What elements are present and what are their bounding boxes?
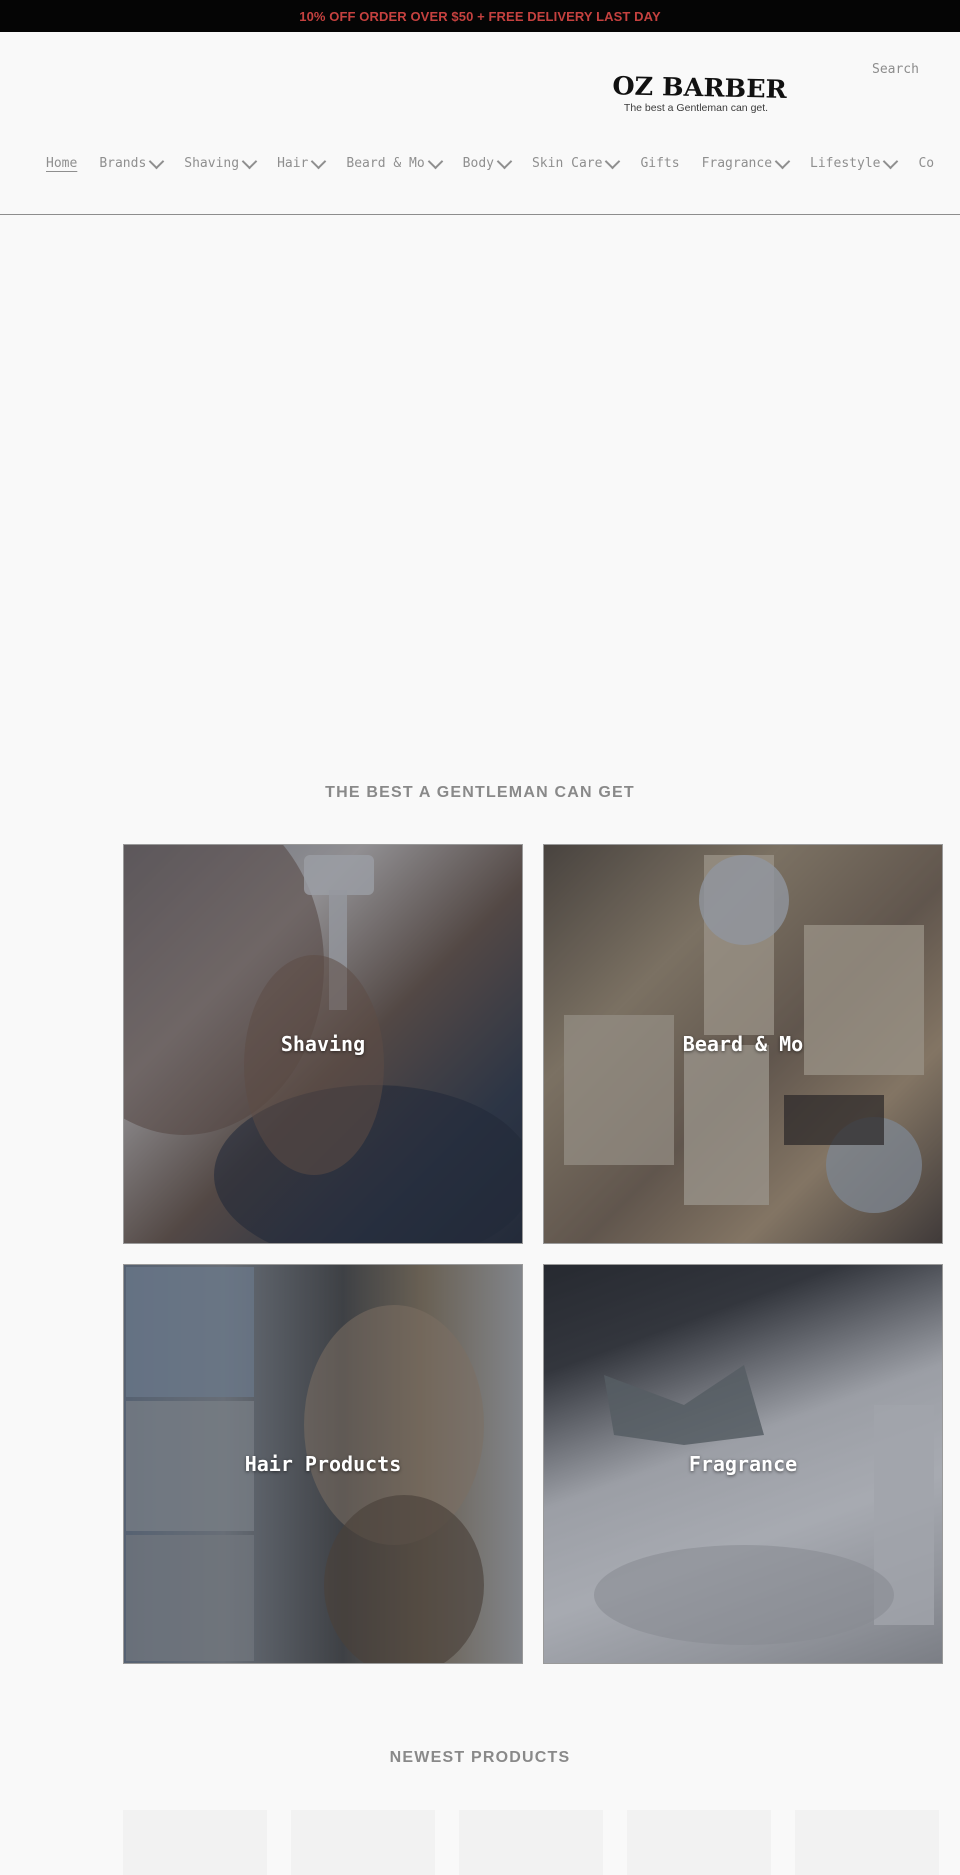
nav-item-label: Fragrance [701,156,773,171]
chevron-down-icon [774,153,791,169]
logo-tagline: The best a Gentleman can get. [623,102,769,114]
site-header: OZ BARBER The best a Gentleman can get. … [0,32,960,215]
main-navigation: Home Brands Shaving Hair Beard & Mo Body… [46,153,956,171]
collection-tile-fragrance[interactable]: Fragrance [543,1264,943,1664]
tile-label: Hair Products [244,1452,402,1476]
chevron-down-icon [883,153,899,169]
nav-item-body[interactable]: Body [462,153,513,171]
nav-item-brands[interactable]: Brands [99,153,165,171]
nav-item-gifts[interactable]: Gifts [640,156,679,171]
nav-item-label: Hair [277,156,309,171]
nav-item-shaving[interactable]: Shaving [184,153,258,171]
hero-banner [0,215,960,725]
nav-item-label: Skin Care [531,156,603,171]
nav-item-label: Beard & Mo [346,156,425,171]
collection-tile-beard-mo[interactable]: Beard & Mo [543,844,943,1244]
nav-item-fragrance[interactable]: Fragrance [701,153,791,171]
search-link[interactable]: Search [872,62,919,77]
chevron-down-icon [149,153,165,169]
chevron-down-icon [427,153,443,169]
nav-item-label: Gifts [640,156,680,171]
chevron-down-icon [241,153,258,169]
chevron-down-icon [496,153,513,169]
announcement-text: 10% OFF ORDER OVER $50 + FREE DELIVERY L… [299,8,661,24]
nav-item-label: Body [462,156,494,171]
nav-item-label: Brands [99,156,147,171]
collection-tile-hair-products[interactable]: Hair Products [123,1264,523,1664]
nav-item-beard-mo[interactable]: Beard & Mo [346,153,443,171]
nav-item-label: Co [918,156,935,171]
newest-products-heading: NEWEST PRODUCTS [389,1749,571,1766]
announcement-bar: 10% OFF ORDER OVER $50 + FREE DELIVERY L… [0,0,960,32]
chevron-down-icon [311,153,327,169]
nav-item-hair[interactable]: Hair [277,153,327,171]
product-card[interactable] [291,1810,435,1875]
chevron-down-icon [605,153,621,169]
nav-item-lifestyle[interactable]: Lifestyle [810,153,899,171]
collections-heading: THE BEST A GENTLEMAN CAN GET [325,784,635,801]
logo-title: OZ BARBER [612,71,788,104]
collection-tile-shaving[interactable]: Shaving [123,844,523,1244]
product-card[interactable] [459,1810,603,1875]
nav-item-label: Lifestyle [810,156,881,171]
tile-label: Fragrance [688,1452,798,1476]
tile-label: Shaving [280,1032,366,1056]
product-card[interactable] [627,1810,771,1875]
nav-item-home[interactable]: Home [46,156,77,171]
tile-label: Beard & Mo [682,1032,804,1056]
nav-item-label: Home [46,156,78,171]
nav-item-label: Shaving [184,156,240,171]
nav-item-contact[interactable]: Co [918,156,934,171]
product-card[interactable] [795,1810,939,1875]
product-card[interactable] [123,1810,267,1875]
nav-item-skin-care[interactable]: Skin Care [531,153,621,171]
site-logo[interactable]: OZ BARBER The best a Gentleman can get. [612,71,788,114]
